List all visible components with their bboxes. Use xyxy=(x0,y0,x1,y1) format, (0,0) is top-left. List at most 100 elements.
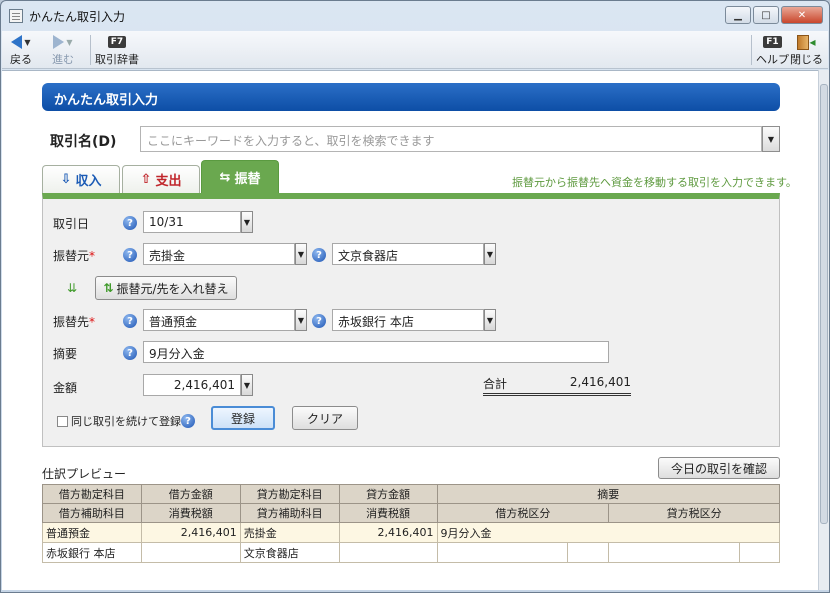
from-sub-account-field[interactable]: 文京食器店 xyxy=(332,243,484,265)
table-cell: 普通預金 xyxy=(42,522,142,543)
toolbar-separator xyxy=(90,35,91,65)
tab-income[interactable]: ⇩ 収入 xyxy=(42,165,120,193)
table-cell xyxy=(739,542,780,563)
tab-transfer-label: 振替 xyxy=(234,172,261,187)
table-cell: 赤坂銀行 本店 xyxy=(42,542,142,563)
journal-preview-label: 仕訳プレビュー xyxy=(42,467,127,481)
f1-key-icon: F1 xyxy=(763,36,782,48)
help-button[interactable]: F1 ヘルプ xyxy=(756,33,789,67)
table-row[interactable]: 普通預金 2,416,401 売掛金 2,416,401 9月分入金 xyxy=(42,522,781,543)
to-sub-account-dropdown[interactable]: ▼ xyxy=(484,309,496,331)
from-sub-help-icon[interactable]: ? xyxy=(312,248,326,262)
table-cell: 2,416,401 xyxy=(338,522,438,543)
table-cell xyxy=(140,542,241,563)
from-account-dropdown[interactable]: ▼ xyxy=(295,243,307,265)
column-header: 貸方金額 xyxy=(338,484,438,504)
income-icon: ⇩ xyxy=(60,172,72,187)
swap-button[interactable]: ⇅ 振替元/先を入れ替え xyxy=(95,276,237,300)
amount-field[interactable]: 2,416,401 xyxy=(143,374,241,396)
close-button[interactable]: ◂ 閉じる xyxy=(790,33,823,67)
app-window: かんたん取引入力 ▁ □ ✕ ▼ 戻る ▼ 進む F7 取引辞書 F1 ヘルプ … xyxy=(0,0,830,593)
swap-icon: ⇅ xyxy=(103,281,114,295)
vertical-scrollbar[interactable] xyxy=(818,70,829,590)
from-sub-account-dropdown[interactable]: ▼ xyxy=(484,243,496,265)
tab-expense[interactable]: ⇧ 支出 xyxy=(122,165,200,193)
repeat-checkbox[interactable] xyxy=(57,416,68,427)
tab-hint: 振替元から振替先へ資金を移動する取引を入力できます。 xyxy=(512,176,797,189)
from-label-text: 振替元 xyxy=(53,249,90,263)
column-header: 貸方税区分 xyxy=(608,503,780,523)
to-account-dropdown[interactable]: ▼ xyxy=(295,309,307,331)
transfer-direction-icon: ⇊ xyxy=(67,281,78,295)
from-label: 振替元* xyxy=(53,247,95,264)
table-cell: 売掛金 xyxy=(239,522,340,543)
to-label-text: 振替先 xyxy=(53,315,90,329)
table-cell: 9月分入金 xyxy=(436,522,781,543)
minimize-button[interactable]: ▁ xyxy=(725,6,751,24)
column-header: 貸方勘定科目 xyxy=(239,484,340,504)
forward-button[interactable]: ▼ 進む xyxy=(52,33,74,67)
window-close-button[interactable]: ✕ xyxy=(781,6,823,24)
from-account-field[interactable]: 売掛金 xyxy=(143,243,295,265)
memo-label: 摘要 xyxy=(53,347,78,361)
maximize-button[interactable]: □ xyxy=(753,6,779,24)
clear-button[interactable]: クリア xyxy=(292,406,358,430)
back-label: 戻る xyxy=(10,53,32,66)
column-header: 借方金額 xyxy=(140,484,241,504)
tab-income-label: 収入 xyxy=(75,174,102,189)
table-cell: 2,416,401 xyxy=(140,522,241,543)
table-cell xyxy=(338,542,438,563)
amount-calculator-button[interactable]: ▼ xyxy=(241,374,253,396)
column-header: 消費税額 xyxy=(140,503,241,523)
from-help-icon[interactable]: ? xyxy=(123,248,137,262)
app-icon xyxy=(9,9,23,23)
back-dropdown-icon[interactable]: ▼ xyxy=(24,38,30,47)
dictionary-button[interactable]: F7 取引辞書 xyxy=(95,33,139,67)
forward-label: 進む xyxy=(52,53,74,66)
window-title: かんたん取引入力 xyxy=(29,9,126,24)
total-value: 2,416,401 xyxy=(569,375,631,389)
total-display: 合計 2,416,401 xyxy=(483,375,631,396)
forward-dropdown-icon[interactable]: ▼ xyxy=(66,38,72,47)
today-transactions-button[interactable]: 今日の取引を確認 xyxy=(658,457,780,479)
page-title: かんたん取引入力 xyxy=(42,83,780,111)
transaction-search-input[interactable]: ここにキーワードを入力すると、取引を検索できます xyxy=(140,126,762,152)
close-label: 閉じる xyxy=(790,53,823,66)
column-header: 摘要 xyxy=(436,484,781,504)
amount-label: 金額 xyxy=(53,381,78,395)
to-label: 振替先* xyxy=(53,313,95,330)
search-dropdown-button[interactable]: ▼ xyxy=(762,126,780,152)
date-dropdown-button[interactable]: ▼ xyxy=(241,211,253,233)
table-cell xyxy=(436,542,569,563)
repeat-label: 同じ取引を続けて登録 xyxy=(71,415,181,428)
back-button[interactable]: ▼ 戻る xyxy=(10,33,32,67)
transaction-name-label: 取引名(D) xyxy=(50,134,117,150)
help-label: ヘルプ xyxy=(756,53,789,66)
date-help-icon[interactable]: ? xyxy=(123,216,137,230)
exit-arrow-icon: ◂ xyxy=(809,35,816,49)
memo-help-icon[interactable]: ? xyxy=(123,346,137,360)
register-button[interactable]: 登録 xyxy=(211,406,275,430)
tab-transfer[interactable]: ⇆ 振替 xyxy=(201,160,279,194)
total-label: 合計 xyxy=(483,377,508,391)
table-header-row: 借方勘定科目 借方金額 貸方勘定科目 貸方金額 摘要 xyxy=(42,484,781,504)
memo-field[interactable]: 9月分入金 xyxy=(143,341,609,363)
back-arrow-icon xyxy=(11,35,23,49)
toolbar: ▼ 戻る ▼ 進む F7 取引辞書 F1 ヘルプ ◂ 閉じる xyxy=(2,31,828,69)
to-sub-help-icon[interactable]: ? xyxy=(312,314,326,328)
to-help-icon[interactable]: ? xyxy=(123,314,137,328)
forward-arrow-icon xyxy=(53,35,65,49)
column-header: 借方勘定科目 xyxy=(42,484,142,504)
to-account-field[interactable]: 普通預金 xyxy=(143,309,295,331)
to-sub-account-field[interactable]: 赤坂銀行 本店 xyxy=(332,309,484,331)
scrollbar-thumb[interactable] xyxy=(820,84,828,524)
table-cell: 文京食器店 xyxy=(239,542,340,563)
f7-key-icon: F7 xyxy=(107,36,127,48)
required-mark: * xyxy=(89,249,96,263)
tab-expense-label: 支出 xyxy=(155,174,182,189)
table-row[interactable]: 赤坂銀行 本店 文京食器店 xyxy=(42,542,780,563)
column-header: 貸方補助科目 xyxy=(239,503,340,523)
table-header-row: 借方補助科目 消費税額 貸方補助科目 消費税額 借方税区分 貸方税区分 xyxy=(42,503,780,523)
repeat-help-icon[interactable]: ? xyxy=(181,414,195,428)
date-field[interactable]: 10/31 xyxy=(143,211,241,233)
